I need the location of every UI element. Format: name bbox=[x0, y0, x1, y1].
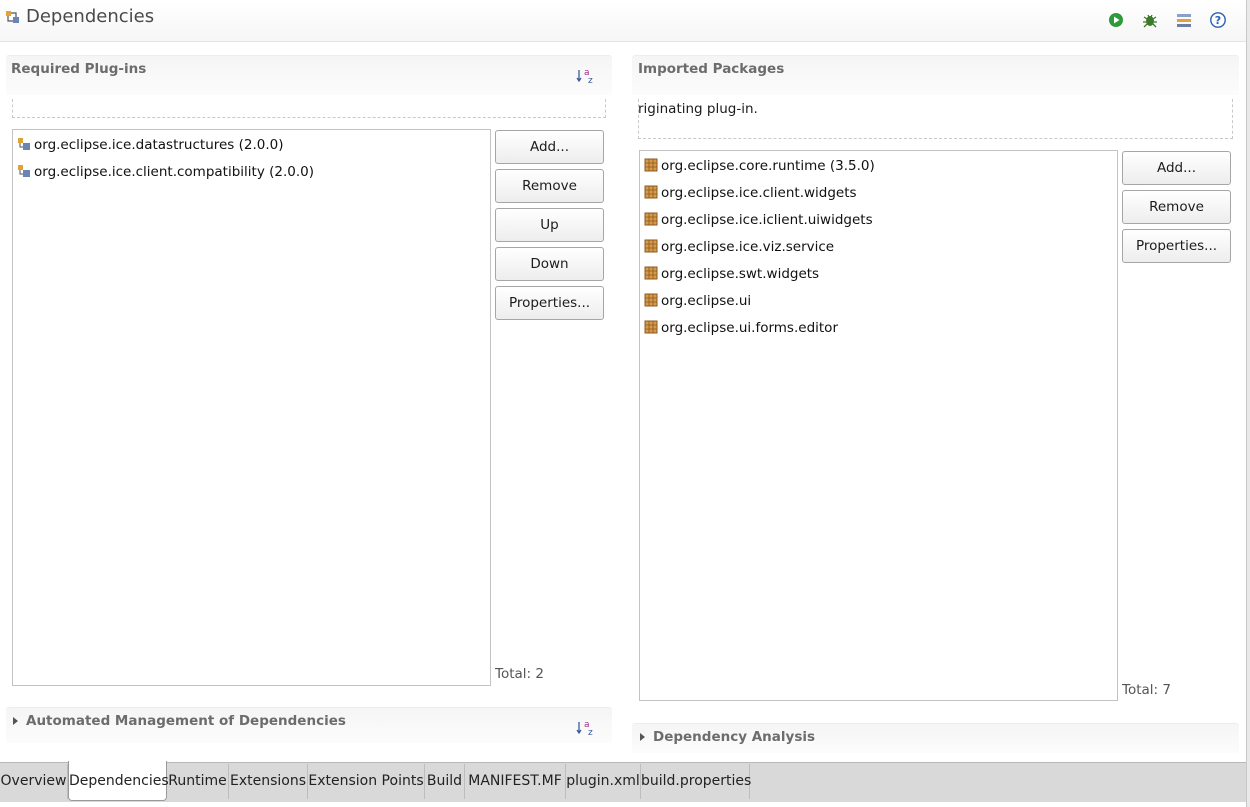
plugin-icon bbox=[17, 136, 31, 150]
down-button[interactable]: Down bbox=[495, 247, 604, 281]
run-icon[interactable] bbox=[1107, 11, 1125, 29]
imported-packages-list[interactable]: org.eclipse.core.runtime (3.5.0) org.ecl… bbox=[639, 150, 1118, 701]
required-plugins-total: Total: 2 bbox=[495, 666, 544, 682]
svg-text:z: z bbox=[588, 728, 593, 738]
tab-extension-points[interactable]: Extension Points bbox=[308, 764, 425, 799]
tab-runtime[interactable]: Runtime bbox=[167, 764, 229, 799]
package-icon bbox=[644, 211, 658, 226]
required-plugins-description bbox=[12, 99, 606, 118]
required-plugins-list[interactable]: org.eclipse.ice.datastructures (2.0.0) o… bbox=[12, 129, 491, 686]
list-item[interactable]: org.eclipse.ice.datastructures (2.0.0) bbox=[17, 134, 284, 156]
expand-chevron-icon[interactable] bbox=[640, 733, 645, 741]
package-properties-button[interactable]: Properties... bbox=[1122, 229, 1231, 263]
add-package-button[interactable]: Add... bbox=[1122, 151, 1231, 185]
imported-packages-description: riginating plug-in. bbox=[638, 101, 758, 117]
list-item[interactable]: org.eclipse.ui bbox=[644, 290, 751, 312]
package-icon bbox=[644, 238, 658, 253]
sort-alphabetical-icon[interactable]: a z bbox=[576, 718, 596, 738]
svg-text:z: z bbox=[588, 76, 593, 86]
list-item[interactable]: org.eclipse.ice.viz.service bbox=[644, 236, 834, 258]
manage-icon[interactable] bbox=[1175, 11, 1193, 29]
remove-plugin-button[interactable]: Remove bbox=[495, 169, 604, 203]
list-item[interactable]: org.eclipse.core.runtime (3.5.0) bbox=[644, 155, 875, 177]
package-icon bbox=[644, 292, 658, 307]
list-item[interactable]: org.eclipse.ice.client.compatibility (2.… bbox=[17, 161, 314, 183]
svg-text:?: ? bbox=[1215, 14, 1221, 27]
package-icon bbox=[644, 184, 658, 199]
plugin-properties-button[interactable]: Properties... bbox=[495, 286, 604, 320]
tab-build[interactable]: Build bbox=[425, 764, 465, 799]
tab-dependencies[interactable]: Dependencies bbox=[68, 761, 169, 801]
tab-manifest[interactable]: MANIFEST.MF bbox=[465, 764, 566, 799]
tab-extensions[interactable]: Extensions bbox=[229, 764, 308, 799]
list-item[interactable]: org.eclipse.swt.widgets bbox=[644, 263, 819, 285]
debug-icon[interactable] bbox=[1141, 11, 1159, 29]
list-item[interactable]: org.eclipse.ice.iclient.uiwidgets bbox=[644, 209, 873, 231]
list-item[interactable]: org.eclipse.ui.forms.editor bbox=[644, 317, 838, 339]
package-icon bbox=[644, 319, 658, 334]
tab-overview[interactable]: Overview bbox=[0, 764, 68, 799]
up-button[interactable]: Up bbox=[495, 208, 604, 242]
automated-management-title[interactable]: Automated Management of Dependencies bbox=[26, 713, 346, 729]
page-title: Dependencies bbox=[26, 6, 155, 27]
expand-chevron-icon[interactable] bbox=[13, 717, 18, 725]
help-icon[interactable]: ? bbox=[1209, 11, 1227, 29]
add-plugin-button[interactable]: Add... bbox=[495, 130, 604, 164]
tab-build-properties[interactable]: build.properties bbox=[641, 764, 751, 799]
dependencies-icon bbox=[4, 9, 22, 27]
imported-packages-total: Total: 7 bbox=[1122, 682, 1171, 698]
dependency-analysis-title[interactable]: Dependency Analysis bbox=[653, 729, 815, 745]
window-edge bbox=[1246, 0, 1250, 807]
remove-package-button[interactable]: Remove bbox=[1122, 190, 1231, 224]
package-icon bbox=[644, 265, 658, 280]
required-plugins-title: Required Plug-ins bbox=[11, 61, 147, 77]
imported-packages-title: Imported Packages bbox=[638, 61, 785, 77]
list-item[interactable]: org.eclipse.ice.client.widgets bbox=[644, 182, 857, 204]
plugin-icon bbox=[17, 163, 31, 177]
tab-plugin-xml[interactable]: plugin.xml bbox=[566, 764, 641, 799]
form-header bbox=[0, 0, 1246, 42]
package-icon bbox=[644, 157, 658, 172]
sort-alphabetical-icon[interactable]: a z bbox=[576, 66, 596, 86]
